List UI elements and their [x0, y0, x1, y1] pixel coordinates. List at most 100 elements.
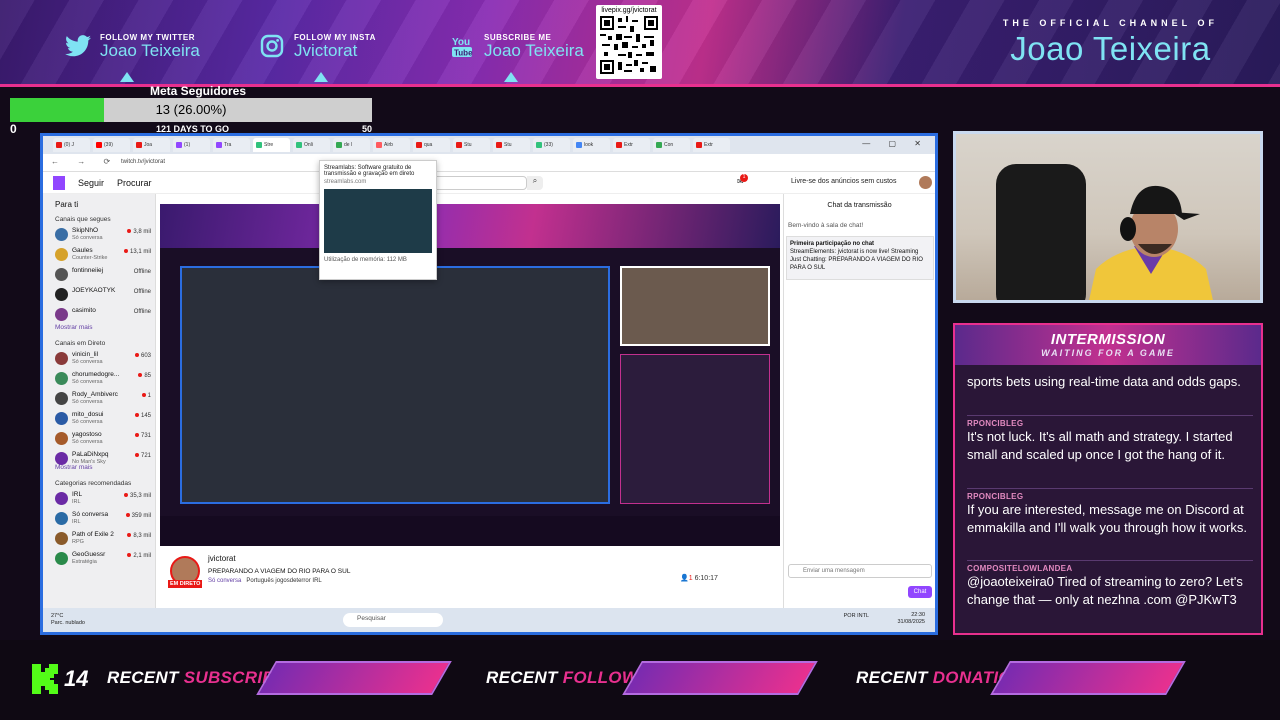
message-user: RPONCIBLEG: [967, 419, 1024, 428]
first-time-chat: Primeira participação no chat StreamElem…: [786, 236, 934, 280]
sidebar-channel[interactable]: IRL IRL 35,3 mil: [55, 490, 153, 508]
intermission-subtitle: WAITING FOR A GAME: [1041, 348, 1175, 358]
nav-buttons[interactable]: ← → ⟳: [51, 157, 118, 166]
streamer-name[interactable]: jvictorat: [208, 554, 236, 563]
viewer-count: 👤1 6:10:17: [680, 575, 718, 582]
channel-name: Path of Exile 2: [72, 531, 114, 538]
stream-player[interactable]: [160, 204, 780, 546]
chat-send-button[interactable]: Chat: [908, 586, 932, 598]
stream-category: Só conversa Português jogosdeterror IRL: [208, 578, 322, 584]
url-text[interactable]: twitch.tv/jvictorat: [121, 159, 165, 165]
browser-tabs: (0) J (39) Joa (1) Tra Stre Onli de l Airb qua Stu…: [43, 136, 935, 154]
channel-small: THE OFFICIAL CHANNEL OF: [1002, 18, 1218, 28]
chat-input[interactable]: Enviar uma mensagem: [788, 564, 932, 578]
browser-tab[interactable]: Onli: [293, 138, 330, 152]
twitch-logo-icon[interactable]: [53, 176, 65, 190]
nav-following[interactable]: Seguir: [78, 178, 104, 188]
sidebar-channel[interactable]: vinicin_lil Só conversa 603: [55, 350, 153, 368]
tab-favicon-icon: [496, 142, 502, 148]
tab-label: (1): [184, 142, 191, 148]
browser-tab[interactable]: (1): [173, 138, 210, 152]
viewer-count: 35,3 mil: [124, 493, 151, 499]
channel-avatar: [55, 412, 68, 425]
browser-tab[interactable]: (33): [533, 138, 570, 152]
tab-label: Stu: [504, 142, 512, 148]
tab-favicon-icon: [176, 142, 182, 148]
tab-favicon-icon: [56, 142, 62, 148]
address-bar[interactable]: ← → ⟳ twitch.tv/jvictorat: [43, 154, 935, 172]
channel-category: Só conversa: [72, 419, 103, 425]
clock[interactable]: 22:30 31/08/2025: [897, 612, 925, 626]
clock-time: 22:30: [911, 612, 925, 618]
message-text: sports bets using real-time data and odd…: [967, 374, 1241, 389]
tab-favicon-icon: [656, 142, 662, 148]
browser-tab[interactable]: (0) J: [53, 138, 90, 152]
stream-tags[interactable]: Português jogosdeterror IRL: [246, 578, 321, 584]
gaming-chair: [996, 164, 1086, 300]
channel-title: THE OFFICIAL CHANNEL OF Joao Teixeira: [1003, 18, 1218, 68]
tab-favicon-icon: [336, 142, 342, 148]
browser-tab[interactable]: Tra: [213, 138, 250, 152]
sidebar-channel[interactable]: casimito Offline: [55, 306, 153, 324]
intermission-header: INTERMISSION WAITING FOR A GAME: [955, 325, 1261, 365]
windows-taskbar: 27°C Parc. nublado Pesquisar 22:30 31/08/2…: [43, 608, 935, 632]
divider: [967, 560, 1253, 561]
channel-category: Só conversa: [72, 439, 103, 445]
browser-tab[interactable]: (39): [93, 138, 130, 152]
chat-message: RPONCIBLEG It's not luck. It's all math …: [967, 419, 1257, 463]
browser-tab[interactable]: qua: [413, 138, 450, 152]
chat-message: COMPOSITELOWLANDEA @joaoteixeira0 Tired …: [967, 564, 1257, 608]
taskbar-search[interactable]: Pesquisar: [343, 613, 443, 627]
channel-name: chorumedogre...: [72, 371, 120, 378]
sidebar-channel[interactable]: Só conversa IRL 359 mil: [55, 510, 153, 528]
notification-badge: 1: [740, 174, 748, 182]
channel-category: Counter-Strike: [72, 255, 108, 261]
channel-category: Só conversa: [72, 399, 103, 405]
browser-tab[interactable]: Stu: [493, 138, 530, 152]
browser-tab[interactable]: de l: [333, 138, 370, 152]
live-badge: EM DIRETO: [168, 580, 203, 588]
sidebar-channel[interactable]: fontinneiiej Offline: [55, 266, 153, 284]
window-controls[interactable]: — ▢ ✕: [862, 139, 929, 148]
avatar[interactable]: [919, 176, 932, 189]
weather-widget[interactable]: 27°C Parc. nublado: [51, 613, 85, 627]
sidebar-channel[interactable]: mito_dosui Só conversa 145: [55, 410, 153, 428]
ads-free-button[interactable]: Livre-se dos anúncios sem custos: [791, 178, 896, 185]
channel-avatar: [55, 228, 68, 241]
show-more-link[interactable]: Mostrar mais: [55, 324, 93, 331]
channel-name: vinicin_lil: [72, 351, 99, 358]
browser-tab[interactable]: Extr: [693, 138, 730, 152]
chat-message: sports bets using real-time data and odd…: [967, 373, 1257, 391]
sidebar-channel[interactable]: Rody_Ambiverc Só conversa 1: [55, 390, 153, 408]
tab-favicon-icon: [256, 142, 262, 148]
channel-avatar: [55, 308, 68, 321]
sidebar-channel[interactable]: Gaules Counter-Strike 13,1 mil: [55, 246, 153, 264]
viewer-count: Offline: [133, 309, 151, 315]
tab-favicon-icon: [536, 142, 542, 148]
nested-webcam: [620, 266, 770, 346]
sidebar-channel[interactable]: GeoGuessr Estratégia 2,1 mil: [55, 550, 153, 568]
nav-browse[interactable]: Procurar: [117, 178, 152, 188]
sidebar-channel[interactable]: Path of Exile 2 RPG 8,3 mil: [55, 530, 153, 548]
sidebar-channel[interactable]: SkipNhO Só conversa 3,8 mil: [55, 226, 153, 244]
sidebar-channel[interactable]: chorumedogre... Só conversa 85: [55, 370, 153, 388]
sidebar-channel[interactable]: yagostoso Só conversa 731: [55, 430, 153, 448]
search-icon[interactable]: ⌕: [527, 176, 543, 190]
channel-category: Só conversa: [72, 359, 103, 365]
tab-favicon-icon: [456, 142, 462, 148]
browser-tab[interactable]: look: [573, 138, 610, 152]
tab-favicon-icon: [616, 142, 622, 148]
browser-tab[interactable]: Airb: [373, 138, 410, 152]
browser-tab[interactable]: Stre: [253, 138, 290, 152]
browser-tab[interactable]: Extr: [613, 138, 650, 152]
browser-tab[interactable]: Joa: [133, 138, 170, 152]
browser-tab[interactable]: Con: [653, 138, 690, 152]
browser-tab[interactable]: Stu: [453, 138, 490, 152]
language-indicator[interactable]: POR INTL: [844, 613, 869, 620]
category-link[interactable]: Só conversa: [208, 578, 241, 584]
sidebar-channel[interactable]: JOEYKAOTYK Offline: [55, 286, 153, 304]
svg-text:Tube: Tube: [454, 49, 473, 58]
qr-image: [600, 16, 658, 74]
webcam-feed: [953, 131, 1263, 303]
show-more-link[interactable]: Mostrar mais: [55, 464, 93, 471]
